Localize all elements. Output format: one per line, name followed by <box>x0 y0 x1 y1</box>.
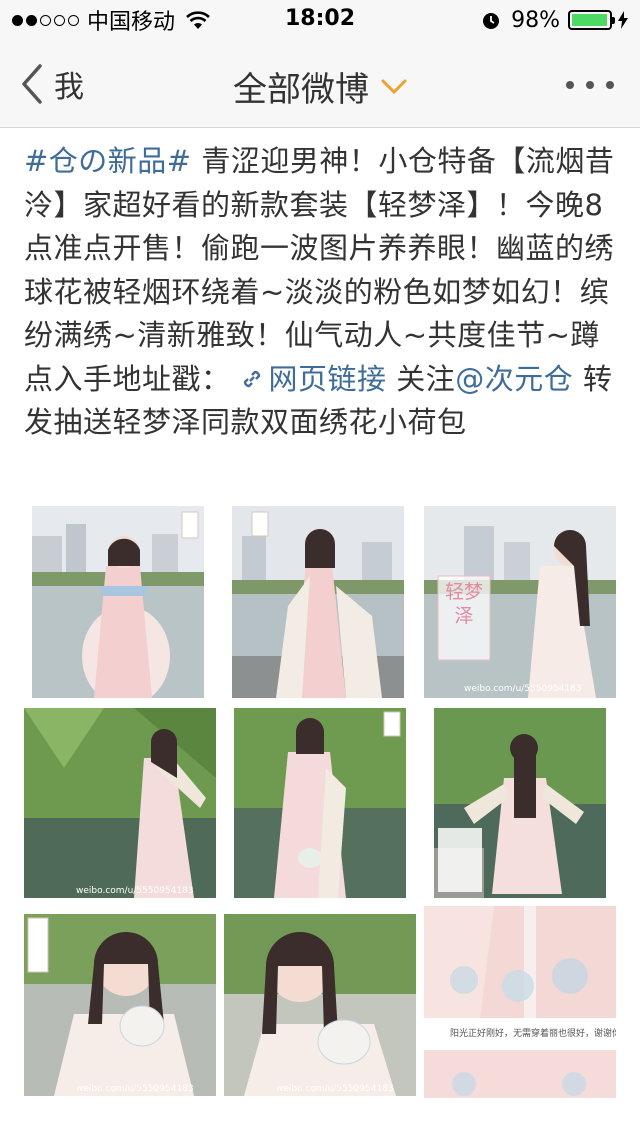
web-link[interactable]: 网页链接 <box>231 362 387 396</box>
photo-2-image <box>232 506 404 698</box>
photo-9-image <box>424 906 616 1098</box>
photo-3-title: 轻梦泽 <box>444 581 483 627</box>
battery-percent: 98% <box>511 7 560 33</box>
battery-icon <box>568 10 615 30</box>
charging-bolt-icon <box>618 11 628 29</box>
photo-7-image <box>24 914 216 1096</box>
photo-5-image <box>234 708 406 898</box>
post-photo-3[interactable]: 轻梦泽 weibo.com/u/5550954183 <box>424 506 616 698</box>
post-text-part-2: 关注 <box>386 361 456 396</box>
photo-8-watermark: weibo.com/u/5550954183 <box>276 1084 394 1094</box>
more-dot-icon <box>586 81 594 89</box>
photo-3-watermark: weibo.com/u/5550954183 <box>464 684 582 694</box>
photo-4-image <box>24 708 216 898</box>
post-photo-9[interactable]: 阳光正好刚好，无需穿着丽也很好，谢谢你们~ <box>424 906 616 1098</box>
hashtag-link[interactable]: #仓の新品# <box>24 144 192 178</box>
status-bar: 中国移动 18:02 98% <box>0 0 640 40</box>
post-photo-8[interactable]: weibo.com/u/5550954183 <box>224 914 416 1096</box>
post-text: #仓の新品# 青涩迎男神！小仓特备【流烟昔泠】家超好看的新款套装【轻梦泽】！今晚… <box>24 140 624 445</box>
user-mention-link[interactable]: @次元仓 <box>455 362 573 396</box>
post-photo-7[interactable]: weibo.com/u/5550954183 <box>24 914 216 1096</box>
photo-9-caption: 阳光正好刚好，无需穿着丽也很好，谢谢你们~ <box>450 1029 616 1039</box>
post-photo-2[interactable] <box>232 506 404 698</box>
photo-7-watermark: weibo.com/u/5550954183 <box>76 1084 194 1094</box>
photo-1-image <box>32 506 204 698</box>
status-right: 98% <box>481 6 628 34</box>
link-icon <box>243 370 260 387</box>
navigation-bar: 我 全部微博 <box>0 40 640 128</box>
more-dot-icon <box>566 81 574 89</box>
post-photo-6[interactable] <box>434 708 606 898</box>
feed-filter-title[interactable]: 全部微博 <box>0 62 640 111</box>
page-title: 全部微博 <box>233 70 369 110</box>
web-link-label: 网页链接 <box>268 361 387 396</box>
post-text-part-1: 青涩迎男神！小仓特备【流烟昔泠】家超好看的新款套装【轻梦泽】！今晚8点准点开售！… <box>24 144 615 396</box>
photo-4-watermark: weibo.com/u/5550954183 <box>76 886 194 896</box>
more-options-button[interactable] <box>566 78 614 92</box>
chevron-down-icon <box>381 79 407 94</box>
post-photo-5[interactable] <box>234 708 406 898</box>
photo-8-image <box>224 914 416 1096</box>
photo-6-image <box>434 708 606 898</box>
more-dot-icon <box>606 81 614 89</box>
post-photo-4[interactable]: weibo.com/u/5550954183 <box>24 708 216 898</box>
alarm-clock-icon <box>483 13 500 29</box>
post-photo-1[interactable] <box>32 506 204 698</box>
